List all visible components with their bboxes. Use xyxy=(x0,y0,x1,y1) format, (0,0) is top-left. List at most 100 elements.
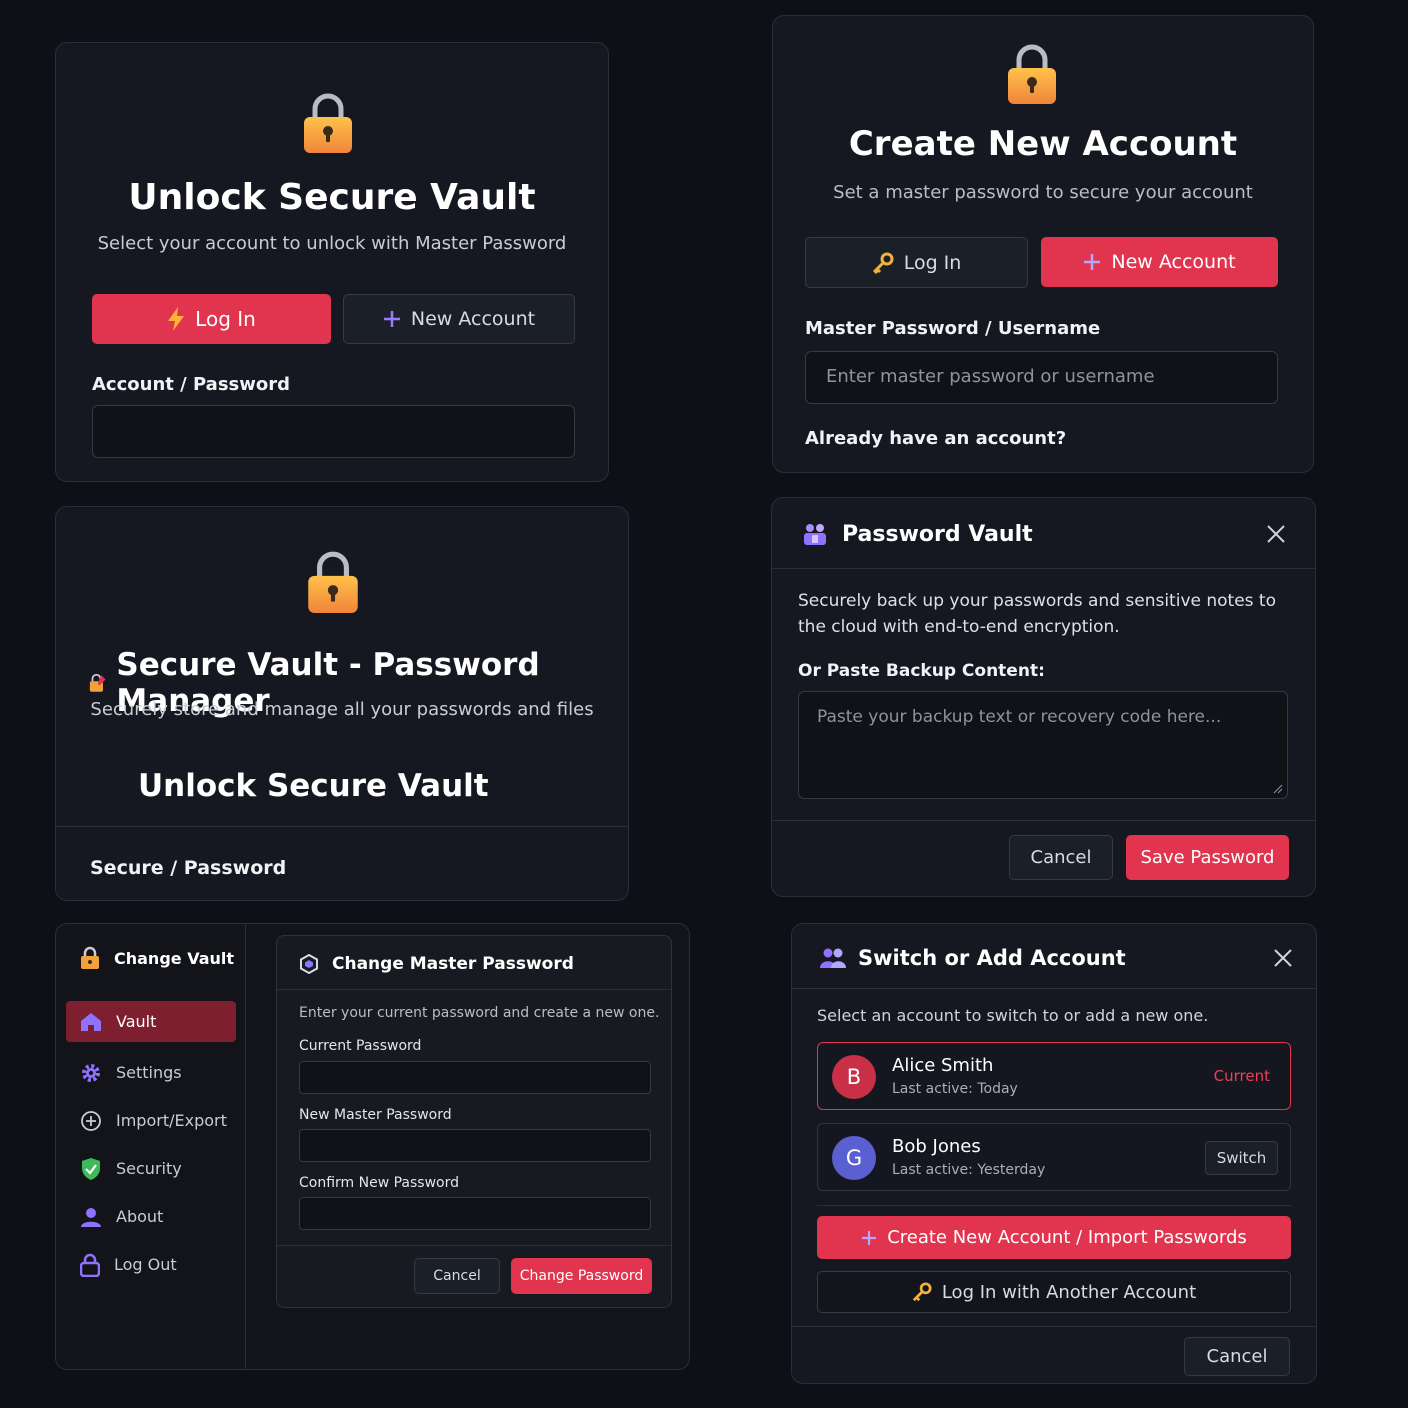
already-have-account-link[interactable]: Already have an account? xyxy=(805,428,1066,449)
key-icon xyxy=(912,1282,932,1302)
resize-grip-icon[interactable] xyxy=(1273,784,1283,794)
home-icon xyxy=(81,1012,101,1031)
padlock-icon xyxy=(306,549,360,615)
sidebar-item-label: Vault xyxy=(116,1012,157,1031)
key-icon xyxy=(872,252,894,274)
account-last-active: Last active: Today xyxy=(892,1081,1018,1097)
divider xyxy=(792,1326,1316,1327)
switch-button[interactable]: Switch xyxy=(1205,1141,1278,1175)
cancel-button[interactable]: Cancel xyxy=(1009,835,1113,880)
sidebar-item-about[interactable]: About xyxy=(66,1196,236,1237)
modal-description: Select an account to switch to or add a … xyxy=(817,1006,1209,1025)
modal-header: Change Master Password xyxy=(277,936,671,990)
plus-icon xyxy=(862,1230,877,1245)
account-row-bob[interactable]: G Bob Jones Last active: Yesterday Switc… xyxy=(817,1123,1291,1191)
logout-lock-icon xyxy=(80,1253,100,1277)
login-another-label: Log In with Another Account xyxy=(941,1281,1197,1303)
change-password-modal: Change Master Password Enter your curren… xyxy=(276,935,672,1308)
login-button-label: Log In xyxy=(195,307,256,331)
divider xyxy=(56,826,628,827)
account-name: Bob Jones xyxy=(892,1136,981,1157)
login-button[interactable]: Log In xyxy=(92,294,331,344)
lock-icon xyxy=(81,946,99,969)
user-icon xyxy=(81,1207,101,1227)
modal-description: Enter your current password and create a… xyxy=(299,1005,660,1021)
create-account-import-button[interactable]: Create New Account / Import Passwords xyxy=(817,1216,1291,1259)
create-account-label: Create New Account / Import Passwords xyxy=(887,1227,1247,1248)
login-button-label: Log In xyxy=(903,251,962,274)
master-password-label: Master Password / Username xyxy=(805,318,1101,339)
current-badge: Current xyxy=(1213,1067,1270,1085)
account-password-label: Account / Password xyxy=(92,374,291,395)
sidebar-title: Change Vault xyxy=(114,948,235,968)
modal-title: Change Master Password xyxy=(332,954,574,974)
new-account-button-label: New Account xyxy=(1111,251,1236,273)
textarea-placeholder: Paste your backup text or recovery code … xyxy=(817,707,1222,727)
panel-subtitle: Set a master password to secure your acc… xyxy=(833,182,1253,203)
avatar: G xyxy=(832,1136,876,1180)
account-password-input[interactable] xyxy=(92,405,575,458)
lightning-icon xyxy=(168,307,185,331)
plus-icon xyxy=(1084,254,1101,270)
divider xyxy=(772,820,1315,821)
backup-content-textarea[interactable]: Paste your backup text or recovery code … xyxy=(798,691,1288,799)
panel-subtitle: Select your account to unlock with Maste… xyxy=(97,233,567,254)
modal-title: Switch or Add Account xyxy=(858,946,1126,970)
divider xyxy=(817,1205,1291,1206)
panel-title: Create New Account xyxy=(848,124,1238,164)
unlock-heading: Unlock Secure Vault xyxy=(138,768,489,804)
gear-icon xyxy=(82,1063,100,1082)
new-account-button-label: New Account xyxy=(410,308,536,330)
vault-people-icon xyxy=(804,524,826,545)
cancel-button[interactable]: Cancel xyxy=(1184,1337,1290,1376)
plus-icon xyxy=(383,311,400,327)
modal-header: Password Vault xyxy=(772,498,1315,569)
sidebar-header: Change Vault xyxy=(80,946,234,970)
sidebar-item-label: Settings xyxy=(116,1063,182,1082)
new-password-input[interactable] xyxy=(299,1129,651,1162)
sidebar-item-vault[interactable]: Vault xyxy=(66,1001,236,1042)
settings-view: Change Vault Vault Settings Import/Expor… xyxy=(55,923,690,1370)
users-icon xyxy=(820,948,846,968)
sidebar-item-security[interactable]: Security xyxy=(66,1148,236,1189)
sidebar-item-logout[interactable]: Log Out xyxy=(66,1244,236,1285)
modal-description: Securely back up your passwords and sens… xyxy=(798,591,1277,637)
sidebar-item-label: About xyxy=(116,1207,164,1226)
new-account-button[interactable]: New Account xyxy=(343,294,575,344)
import-export-icon xyxy=(81,1110,101,1131)
panel-title: Unlock Secure Vault xyxy=(128,177,536,218)
login-button[interactable]: Log In xyxy=(805,237,1028,288)
switch-account-modal: Switch or Add Account Select an account … xyxy=(791,923,1317,1384)
paste-backup-label: Or Paste Backup Content: xyxy=(798,661,1045,681)
confirm-password-input[interactable] xyxy=(299,1197,651,1230)
current-password-input[interactable] xyxy=(299,1061,651,1094)
modal-header: Switch or Add Account xyxy=(792,924,1316,989)
account-last-active: Last active: Yesterday xyxy=(892,1162,1046,1178)
lock-pen-icon xyxy=(89,673,106,692)
account-name: Alice Smith xyxy=(892,1055,994,1076)
confirm-password-label: Confirm New Password xyxy=(299,1175,460,1191)
master-password-input[interactable]: Enter master password or username xyxy=(805,351,1278,404)
close-icon[interactable] xyxy=(1274,949,1292,967)
sidebar-item-settings[interactable]: Settings xyxy=(66,1052,236,1093)
cancel-button[interactable]: Cancel xyxy=(414,1258,500,1294)
change-password-button[interactable]: Change Password xyxy=(511,1258,652,1294)
secure-password-label: Secure / Password xyxy=(90,857,287,879)
padlock-icon xyxy=(302,91,354,155)
close-icon[interactable] xyxy=(1267,525,1285,543)
new-account-button[interactable]: New Account xyxy=(1041,237,1278,287)
unlock-vault-panel: Unlock Secure Vault Select your account … xyxy=(55,42,609,482)
shield-check-icon xyxy=(82,1157,100,1180)
modal-title: Password Vault xyxy=(842,522,1033,547)
password-manager-panel: Secure Vault - Password Manager Securely… xyxy=(55,506,629,901)
login-another-account-button[interactable]: Log In with Another Account xyxy=(817,1271,1291,1313)
sidebar: Change Vault Vault Settings Import/Expor… xyxy=(56,924,246,1369)
current-password-label: Current Password xyxy=(299,1038,422,1054)
save-password-button[interactable]: Save Password xyxy=(1126,835,1289,880)
account-row-alice[interactable]: B Alice Smith Last active: Today Current xyxy=(817,1042,1291,1110)
new-password-label: New Master Password xyxy=(299,1107,452,1123)
sidebar-item-label: Security xyxy=(116,1159,182,1178)
hexagon-shield-icon xyxy=(300,954,318,974)
sidebar-item-import-export[interactable]: Import/Export xyxy=(66,1100,236,1141)
password-vault-modal: Password Vault Securely back up your pas… xyxy=(771,497,1316,897)
